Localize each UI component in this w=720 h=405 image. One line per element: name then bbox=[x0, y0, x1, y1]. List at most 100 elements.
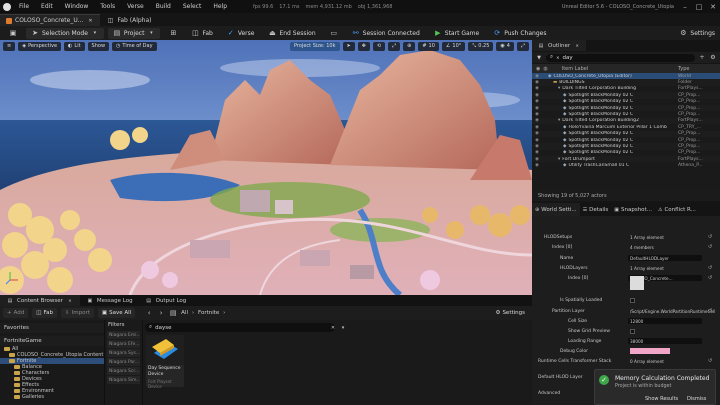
color-swatch[interactable] bbox=[630, 348, 670, 354]
level-viewport[interactable] bbox=[0, 40, 532, 295]
fab-button[interactable]: ◫ Fab bbox=[186, 28, 217, 39]
forward-icon[interactable]: › bbox=[157, 309, 165, 317]
favorites-header[interactable]: Favorites bbox=[0, 323, 104, 333]
reset-icon[interactable]: ↺ bbox=[708, 358, 712, 364]
maximize-viewport-icon[interactable]: ⤢ bbox=[516, 41, 529, 51]
show-button[interactable]: Show bbox=[87, 41, 110, 51]
visibility-icon[interactable]: ◉ bbox=[535, 86, 539, 91]
visibility-icon[interactable]: ◉ bbox=[535, 144, 539, 149]
back-icon[interactable]: ‹ bbox=[145, 309, 153, 317]
visibility-icon[interactable]: ◉ bbox=[535, 106, 539, 111]
clear-search-icon[interactable]: ✕ bbox=[556, 55, 559, 60]
start-game-button[interactable]: ▶ Start Game bbox=[429, 28, 484, 39]
snap-grid-button[interactable]: # 10 bbox=[418, 41, 439, 51]
scale-icon[interactable]: ⤢ bbox=[388, 41, 401, 51]
visibility-icon[interactable]: ◉ bbox=[535, 112, 539, 117]
filter-chip[interactable]: Niagara Efe... bbox=[107, 340, 140, 348]
lit-button[interactable]: ◐ Lit bbox=[64, 41, 85, 51]
visibility-icon[interactable]: ◉ bbox=[535, 163, 539, 168]
time-of-day-button[interactable]: ◷ Time of Day bbox=[112, 41, 157, 51]
grid-icon[interactable]: ⊞ bbox=[164, 28, 182, 39]
visibility-icon[interactable]: ◉ bbox=[536, 66, 540, 72]
visibility-icon[interactable]: ◉ bbox=[535, 125, 539, 130]
selection-mode-dropdown[interactable]: ➤ Selection Mode ▾ bbox=[26, 27, 104, 39]
tab-output-log[interactable]: ▤ Output Log bbox=[139, 295, 193, 306]
menu-file[interactable]: File bbox=[13, 3, 35, 10]
close-tab-icon[interactable]: ✕ bbox=[86, 17, 94, 25]
settings-button[interactable]: ⚙ Settings bbox=[674, 28, 720, 39]
tab-fab[interactable]: ◫ Fab (Alpha) bbox=[100, 14, 157, 26]
snap-angle-button[interactable]: ∠ 10° bbox=[441, 41, 466, 51]
menu-help[interactable]: Help bbox=[207, 3, 233, 10]
outliner-search-input[interactable]: ⌕ ✕ day bbox=[546, 53, 695, 62]
property-value[interactable]: 12800 bbox=[628, 318, 702, 324]
reset-icon[interactable]: ↺ bbox=[708, 234, 712, 240]
tree-item[interactable]: Galleries bbox=[0, 394, 104, 400]
property-value[interactable]: 38000 bbox=[628, 338, 702, 344]
property-value[interactable]: DefaultHLODLayer bbox=[628, 255, 702, 261]
project-size-badge[interactable]: Project Size: 10k bbox=[290, 41, 340, 51]
visibility-icon[interactable]: ◉ bbox=[535, 157, 539, 162]
outliner-row[interactable]: ◉ ◆ Utility TrashCanSmall 01 C Athena_P... bbox=[532, 162, 720, 168]
filter-icon[interactable]: ▼ bbox=[535, 54, 543, 62]
save-all-button[interactable]: ▣ Save All bbox=[97, 308, 136, 318]
reset-icon[interactable]: ↺ bbox=[708, 275, 712, 281]
visibility-icon[interactable]: ◉ bbox=[535, 138, 539, 143]
asset-tile[interactable]: Day Sequence Device Fort Playset Device bbox=[146, 335, 184, 389]
close-tab-icon[interactable]: ✕ bbox=[66, 297, 74, 305]
close-tab-icon[interactable]: ✕ bbox=[573, 42, 581, 50]
unreal-logo-icon[interactable] bbox=[0, 0, 13, 13]
settings-icon[interactable]: ⚙ bbox=[709, 54, 717, 62]
property-checkbox[interactable] bbox=[630, 297, 635, 303]
save-icon[interactable]: ▣ bbox=[4, 28, 22, 39]
visibility-icon[interactable]: ◉ bbox=[535, 131, 539, 136]
menu-select[interactable]: Select bbox=[177, 3, 208, 10]
clear-search-icon[interactable]: ✕ bbox=[329, 324, 337, 332]
col-type[interactable]: Type bbox=[678, 66, 689, 72]
project-dropdown[interactable]: ▤ Project ▾ bbox=[107, 27, 161, 39]
breadcrumb-all[interactable]: All bbox=[181, 310, 188, 316]
visibility-icon[interactable]: ◉ bbox=[535, 93, 539, 98]
filter-chip[interactable]: Niagara Par... bbox=[107, 358, 140, 366]
end-session-button[interactable]: ⏏ End Session bbox=[263, 28, 320, 39]
visibility-icon[interactable]: ◉ bbox=[535, 99, 539, 104]
fab-button[interactable]: ◫ Fab bbox=[32, 308, 57, 318]
add-button[interactable]: + Add bbox=[3, 308, 29, 318]
session-status[interactable]: ⚯ Session Connected bbox=[347, 28, 425, 39]
col-item-label[interactable]: Item Label bbox=[562, 66, 588, 72]
filter-chip[interactable]: Niagara Emi... bbox=[107, 331, 140, 339]
visibility-icon[interactable]: ◉ bbox=[535, 74, 539, 79]
tab-details-0[interactable]: ⊕ World Setti... bbox=[532, 203, 580, 216]
add-actor-icon[interactable]: + bbox=[698, 54, 706, 62]
menu-tools[interactable]: Tools bbox=[94, 3, 121, 10]
tab-outliner[interactable]: ▤ Outliner ✕ bbox=[532, 40, 587, 51]
visibility-icon[interactable]: ◉ bbox=[535, 80, 539, 85]
game-header[interactable]: FortniteGame bbox=[0, 336, 104, 346]
screen-icon[interactable]: ▭ bbox=[325, 28, 343, 39]
tab-level[interactable]: COLOSO_Concrete_U... ✕ bbox=[0, 14, 101, 26]
tab-content-browser[interactable]: ▤ Content Browser ✕ bbox=[0, 295, 80, 306]
select-mode-icon[interactable]: ➤ bbox=[342, 41, 355, 51]
push-changes-button[interactable]: ⟳ Push Changes bbox=[488, 28, 551, 39]
filter-dropdown-icon[interactable]: ▾ bbox=[339, 324, 347, 332]
tab-details-1[interactable]: ☰ Details bbox=[580, 203, 612, 216]
perspective-button[interactable]: ◈ Perspective bbox=[18, 41, 62, 51]
breadcrumb-fortnite[interactable]: Fortnite bbox=[198, 310, 219, 316]
menu-edit[interactable]: Edit bbox=[35, 3, 59, 10]
cb-settings-button[interactable]: ⚙ Settings bbox=[492, 308, 530, 318]
snap-scale-button[interactable]: ⤡ 0.25 bbox=[468, 41, 494, 51]
filter-chip[interactable]: Niagara Sim... bbox=[107, 376, 140, 384]
world-icon[interactable]: ⊕ bbox=[403, 41, 416, 51]
viewport-menu-button[interactable]: ≡ bbox=[3, 41, 16, 51]
verse-button[interactable]: ✓ Verse bbox=[222, 28, 260, 39]
import-button[interactable]: ⇩ Import bbox=[61, 308, 94, 318]
minimize-icon[interactable]: – bbox=[678, 3, 692, 11]
lock-icon[interactable]: ◍ bbox=[543, 66, 547, 72]
tab-details-2[interactable]: ▣ Snapshot... bbox=[611, 203, 655, 216]
reset-icon[interactable]: ↺ bbox=[708, 308, 712, 314]
dismiss-link[interactable]: Dismiss bbox=[687, 396, 706, 402]
property-checkbox[interactable] bbox=[630, 328, 635, 334]
tab-details-3[interactable]: ⚠ Conflict R... bbox=[655, 203, 699, 216]
visibility-icon[interactable]: ◉ bbox=[535, 118, 539, 123]
show-results-link[interactable]: Show Results bbox=[645, 396, 678, 402]
